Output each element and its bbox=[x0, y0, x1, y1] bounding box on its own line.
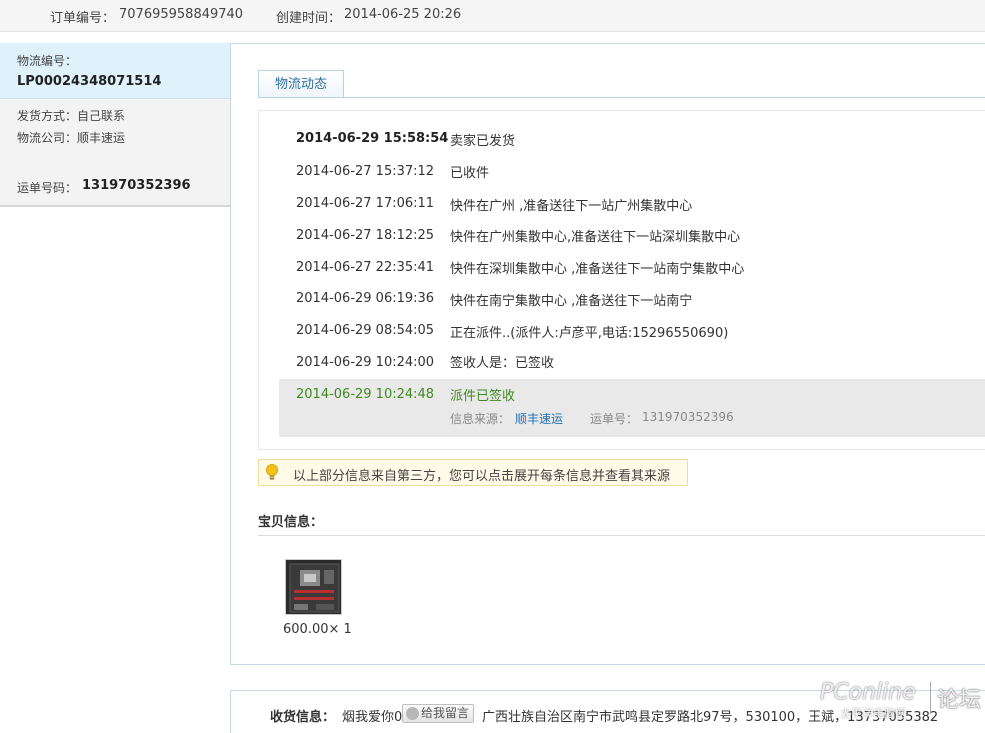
tracking-time: 2014-06-29 15:58:54 bbox=[296, 131, 449, 146]
tracking-text: 快件在深圳集散中心 ,准备送往下一站南宁集散中心 bbox=[450, 262, 745, 277]
watermark-logo: PConline bbox=[820, 680, 916, 705]
order-info-bar: 订单编号： 707695958849740 创建时间： 2014-06-25 2… bbox=[0, 0, 985, 32]
receiver-name: 烟我爱你0 bbox=[342, 710, 403, 725]
tracking-time: 2014-06-29 06:19:36 bbox=[296, 291, 435, 306]
goods-section-title: 宝贝信息： bbox=[258, 515, 324, 530]
logistics-number-label: 物流编号： bbox=[17, 54, 78, 68]
logistics-number-value: LP00024348071514 bbox=[17, 74, 162, 89]
tab-underline bbox=[258, 97, 985, 98]
leave-message-button[interactable]: 给我留言 bbox=[402, 704, 474, 723]
source-link-wrap: 顺丰速运 bbox=[515, 410, 563, 427]
tracking-time: 2014-06-27 15:37:12 bbox=[296, 164, 435, 179]
waybill-number: 131970352396 bbox=[82, 178, 191, 193]
tracking-time: 2014-06-29 08:54:05 bbox=[296, 323, 435, 338]
tracking-text: 快件在南宁集散中心 ,准备送往下一站南宁 bbox=[450, 294, 693, 309]
tracking-text-latest: 派件已签收 bbox=[450, 389, 516, 404]
source-company-link[interactable]: 顺丰速运 bbox=[515, 412, 563, 426]
tracking-time: 2014-06-29 10:24:00 bbox=[296, 355, 435, 370]
tracking-text: 快件在广州集散中心,准备送往下一站深圳集散中心 bbox=[450, 230, 741, 245]
source-waybill-label: 运单号： bbox=[590, 412, 639, 426]
created-time-value: 2014-06-25 20:26 bbox=[344, 7, 462, 22]
source-label: 信息来源： bbox=[450, 412, 511, 426]
tracking-text: 快件在广州 ,准备送往下一站广州集散中心 bbox=[450, 199, 693, 214]
tracking-time: 2014-06-27 17:06:11 bbox=[296, 196, 435, 211]
logistics-sidebar: 物流编号： LP00024348071514 发货方式：自己联系 物流公司：顺丰… bbox=[0, 43, 230, 207]
pconline-watermark: PConline 太平洋电脑网 论坛 bbox=[818, 672, 983, 722]
source-waybill-value: 131970352396 bbox=[642, 410, 734, 424]
lightbulb-icon bbox=[266, 464, 278, 480]
third-party-tip: 以上部分信息来自第三方，您可以点击展开每条信息并查看其来源 bbox=[258, 459, 688, 486]
tab-logistics-updates[interactable]: 物流动态 bbox=[258, 70, 344, 98]
watermark-forum: 论坛 bbox=[930, 682, 981, 714]
goods-divider bbox=[258, 535, 985, 536]
order-id-label: 订单编号： bbox=[50, 11, 116, 26]
logistics-number-panel: 物流编号： LP00024348071514 bbox=[0, 43, 230, 99]
leave-message-label: 给我留言 bbox=[421, 706, 470, 720]
waybill-label: 运单号码： bbox=[17, 181, 78, 195]
product-image bbox=[286, 560, 341, 614]
product-thumbnail[interactable] bbox=[285, 559, 342, 615]
tip-text: 以上部分信息来自第三方，您可以点击展开每条信息并查看其来源 bbox=[293, 469, 671, 484]
tracking-text: 已收件 bbox=[450, 166, 490, 181]
tracking-text: 正在派件..(派件人:卢彦平,电话:15296550690) bbox=[450, 326, 729, 341]
message-icon bbox=[406, 707, 419, 720]
tracking-text: 卖家已发货 bbox=[450, 134, 516, 149]
created-time-label: 创建时间： bbox=[276, 11, 342, 26]
tracking-time: 2014-06-27 22:35:41 bbox=[296, 260, 435, 275]
shipping-method: 发货方式：自己联系 bbox=[17, 109, 126, 123]
price-quantity: 600.00× 1 bbox=[283, 622, 352, 637]
order-id-value: 707695958849740 bbox=[119, 7, 244, 22]
tracking-time: 2014-06-27 18:12:25 bbox=[296, 228, 435, 243]
receiver-label: 收货信息： bbox=[270, 710, 336, 725]
tracking-time-latest: 2014-06-29 10:24:48 bbox=[296, 387, 435, 402]
watermark-subtitle: 太平洋电脑网 bbox=[840, 707, 906, 720]
logistics-company: 物流公司：顺丰速运 bbox=[17, 131, 126, 145]
tracking-text: 签收人是：已签收 bbox=[450, 356, 555, 371]
